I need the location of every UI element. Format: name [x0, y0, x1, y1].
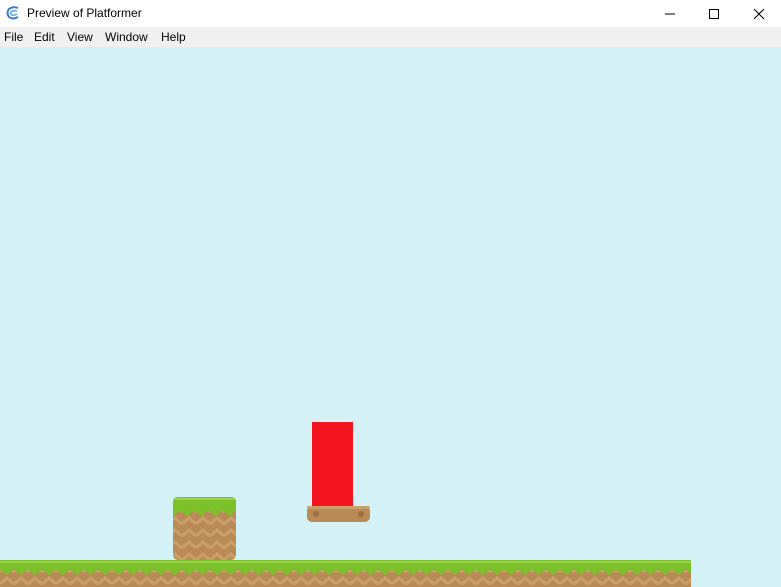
title-bar: Preview of Platformer: [0, 0, 781, 27]
menu-bar: File Edit View Window Help: [0, 27, 781, 47]
grass-block: [173, 497, 236, 560]
maximize-button[interactable]: [692, 0, 736, 27]
moving-platform: [307, 506, 370, 522]
menu-window[interactable]: Window: [105, 29, 148, 45]
menu-help[interactable]: Help: [161, 29, 186, 45]
window-title: Preview of Platformer: [27, 6, 142, 20]
menu-file[interactable]: File: [4, 29, 23, 45]
game-canvas: [0, 422, 691, 587]
close-icon: [753, 8, 765, 19]
menu-edit[interactable]: Edit: [34, 29, 55, 45]
player: [312, 422, 353, 506]
maximize-icon: [709, 8, 719, 19]
game-viewport[interactable]: [0, 47, 781, 587]
close-button[interactable]: [737, 0, 781, 27]
ground-strip: [0, 560, 691, 587]
minimize-icon: [665, 13, 675, 14]
menu-view[interactable]: View: [67, 29, 93, 45]
minimize-button[interactable]: [648, 0, 692, 27]
gdevelop-logo-icon: [6, 6, 19, 20]
